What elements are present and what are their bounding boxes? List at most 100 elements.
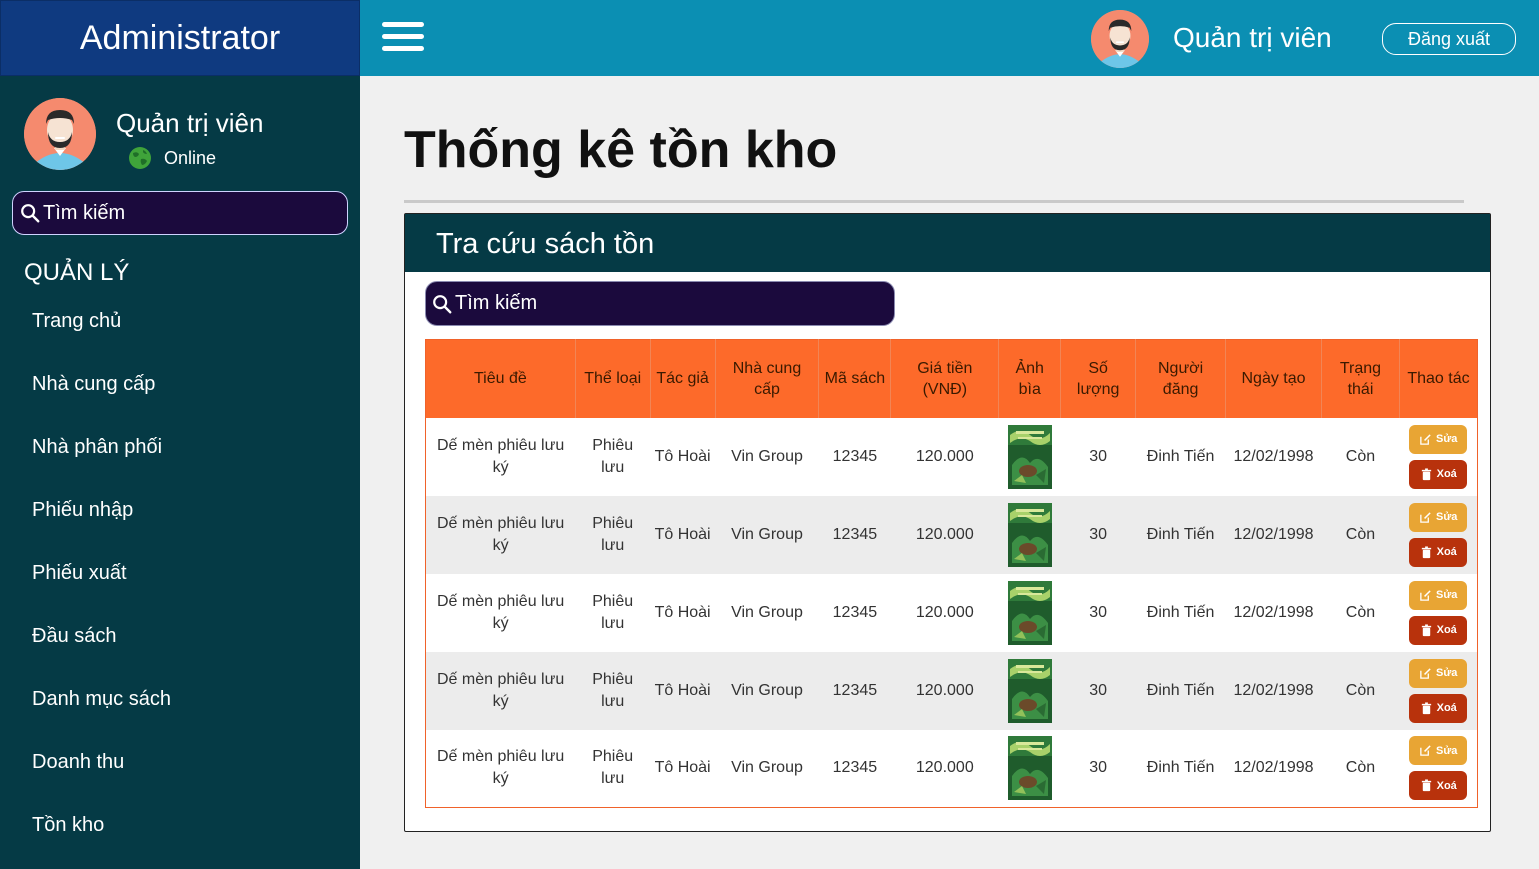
col-header-status[interactable]: Trạng thái bbox=[1321, 339, 1400, 418]
cell-code: 12345 bbox=[832, 525, 878, 543]
edit-button[interactable]: Sửa bbox=[1409, 580, 1468, 610]
cell-status: Còn bbox=[1345, 759, 1376, 777]
sidebar-item-revenue[interactable]: Doanh thu bbox=[32, 747, 171, 810]
sidebar-search-input[interactable]: Tìm kiếm bbox=[12, 191, 348, 235]
cell-actions: Sửa Xoá bbox=[1399, 496, 1477, 574]
sidebar-item-import-receipts[interactable]: Phiếu nhập bbox=[32, 495, 171, 558]
sidebar-item-home[interactable]: Trang chủ bbox=[32, 306, 171, 369]
delete-button[interactable]: Xoá bbox=[1409, 537, 1468, 567]
col-header-date[interactable]: Ngày tạo bbox=[1225, 339, 1323, 418]
edit-icon bbox=[1420, 433, 1431, 445]
cell-supplier: Vin Group bbox=[731, 759, 803, 777]
book-cover-image[interactable] bbox=[1007, 502, 1052, 567]
edit-button[interactable]: Sửa bbox=[1409, 736, 1468, 766]
edit-button[interactable]: Sửa bbox=[1409, 658, 1468, 688]
cell-quantity: 30 bbox=[1089, 759, 1108, 777]
user-status: Online bbox=[128, 146, 216, 170]
delete-button-label: Xoá bbox=[1436, 702, 1457, 714]
cell-author: Tô Hoài bbox=[654, 603, 711, 621]
book-search-input[interactable]: Tìm kiếm bbox=[425, 281, 895, 326]
book-cover-image[interactable] bbox=[1007, 580, 1052, 645]
edit-icon bbox=[1420, 745, 1431, 757]
cell-title: Dế mèn phiêu lưu ký bbox=[436, 748, 565, 788]
edit-button[interactable]: Sửa bbox=[1409, 424, 1468, 454]
sidebar-avatar bbox=[24, 98, 96, 170]
sidebar-item-suppliers[interactable]: Nhà cung cấp bbox=[32, 369, 171, 432]
delete-button[interactable]: Xoá bbox=[1409, 615, 1468, 645]
col-header-genre[interactable]: Thể loại bbox=[575, 339, 651, 418]
cell-supplier: Vin Group bbox=[731, 525, 803, 543]
cell-author: Tô Hoài bbox=[654, 759, 711, 777]
cell-date: 12/02/1998 bbox=[1233, 681, 1314, 699]
sidebar-item-distributors[interactable]: Nhà phân phối bbox=[32, 432, 171, 495]
book-cover-image[interactable] bbox=[1007, 736, 1052, 801]
edit-button-label: Sửa bbox=[1436, 667, 1458, 679]
cell-poster: Đinh Tiến bbox=[1146, 759, 1215, 777]
col-header-title[interactable]: Tiêu đề bbox=[425, 339, 576, 418]
col-header-author[interactable]: Tác giả bbox=[650, 339, 716, 418]
cell-price: 120.000 bbox=[915, 525, 974, 543]
cell-date: 12/02/1998 bbox=[1233, 525, 1314, 543]
cell-cover bbox=[999, 652, 1061, 730]
cell-code: 12345 bbox=[832, 681, 878, 699]
cell-author: Tô Hoài bbox=[654, 681, 711, 699]
sidebar-menu: Trang chủ Nhà cung cấp Nhà phân phối Phi… bbox=[32, 306, 171, 869]
cell-cover bbox=[999, 730, 1061, 808]
sidebar-user-name: Quản trị viên bbox=[116, 108, 264, 138]
cell-actions: Sửa Xoá bbox=[1399, 730, 1477, 808]
cell-code: 12345 bbox=[832, 447, 878, 465]
table-header-row: Tiêu đề Thể loại Tác giả Nhà cung cấp Mã… bbox=[425, 339, 1478, 418]
search-icon bbox=[433, 294, 452, 313]
cell-price: 120.000 bbox=[915, 447, 974, 465]
col-header-cover: Ảnh bìa bbox=[998, 339, 1062, 418]
delete-button[interactable]: Xoá bbox=[1409, 771, 1468, 801]
cell-title: Dế mèn phiêu lưu ký bbox=[436, 592, 565, 632]
cell-poster: Đinh Tiến bbox=[1146, 681, 1215, 699]
avatar-icon bbox=[24, 98, 96, 170]
cell-genre: Phiêu lưu bbox=[592, 592, 634, 632]
delete-button-label: Xoá bbox=[1436, 468, 1457, 480]
user-status-label: Online bbox=[164, 147, 217, 168]
page-title: Thống kê tồn kho bbox=[404, 121, 838, 179]
cell-quantity: 30 bbox=[1089, 447, 1108, 465]
cell-genre: Phiêu lưu bbox=[592, 514, 634, 554]
cell-code: 12345 bbox=[832, 759, 878, 777]
col-header-supplier[interactable]: Nhà cung cấp bbox=[715, 339, 820, 418]
sidebar-item-book-categories[interactable]: Danh mục sách bbox=[32, 684, 171, 747]
col-header-code[interactable]: Mã sách bbox=[818, 339, 892, 418]
cell-status: Còn bbox=[1345, 447, 1376, 465]
delete-button-label: Xoá bbox=[1436, 779, 1457, 792]
sidebar-item-book-titles[interactable]: Đầu sách bbox=[32, 621, 171, 684]
cell-cover bbox=[999, 496, 1061, 574]
table-row: Dế mèn phiêu lưu ký Phiêu lưu Tô Hoài Vi… bbox=[425, 651, 1478, 730]
edit-button-label: Sửa bbox=[1436, 589, 1458, 601]
cell-poster: Đinh Tiến bbox=[1146, 447, 1215, 465]
delete-button-label: Xoá bbox=[1436, 624, 1457, 636]
col-header-price[interactable]: Giá tiền (VNĐ) bbox=[890, 339, 1000, 418]
cell-supplier: Vin Group bbox=[731, 447, 803, 465]
col-header-poster[interactable]: Người đăng bbox=[1135, 339, 1227, 418]
edit-button[interactable]: Sửa bbox=[1409, 502, 1468, 532]
trash-icon bbox=[1421, 779, 1431, 792]
cell-cover bbox=[999, 574, 1061, 652]
cell-status: Còn bbox=[1345, 603, 1376, 621]
book-cover-image[interactable] bbox=[1007, 658, 1052, 723]
hamburger-icon[interactable] bbox=[382, 22, 424, 54]
sidebar: Quản trị viên Online Tìm kiếm QUẢN LÝ Tr… bbox=[0, 76, 360, 869]
book-cover-image[interactable] bbox=[1007, 424, 1052, 489]
trash-icon bbox=[1421, 467, 1431, 480]
avatar-icon bbox=[1091, 10, 1149, 68]
delete-button[interactable]: Xoá bbox=[1409, 693, 1468, 723]
trash-icon bbox=[1421, 545, 1431, 558]
table-row: Dế mèn phiêu lưu ký Phiêu lưu Tô Hoài Vi… bbox=[425, 729, 1478, 808]
cell-quantity: 30 bbox=[1089, 603, 1108, 621]
trash-icon bbox=[1421, 623, 1431, 636]
edit-icon bbox=[1420, 667, 1431, 679]
col-header-quantity[interactable]: Số lượng bbox=[1060, 339, 1137, 418]
sidebar-item-export-receipts[interactable]: Phiếu xuất bbox=[32, 558, 171, 621]
logout-button[interactable]: Đăng xuất bbox=[1382, 23, 1516, 55]
delete-button-label: Xoá bbox=[1436, 546, 1457, 558]
search-icon bbox=[21, 204, 40, 223]
delete-button[interactable]: Xoá bbox=[1409, 459, 1468, 489]
sidebar-item-inventory[interactable]: Tồn kho bbox=[32, 810, 171, 869]
